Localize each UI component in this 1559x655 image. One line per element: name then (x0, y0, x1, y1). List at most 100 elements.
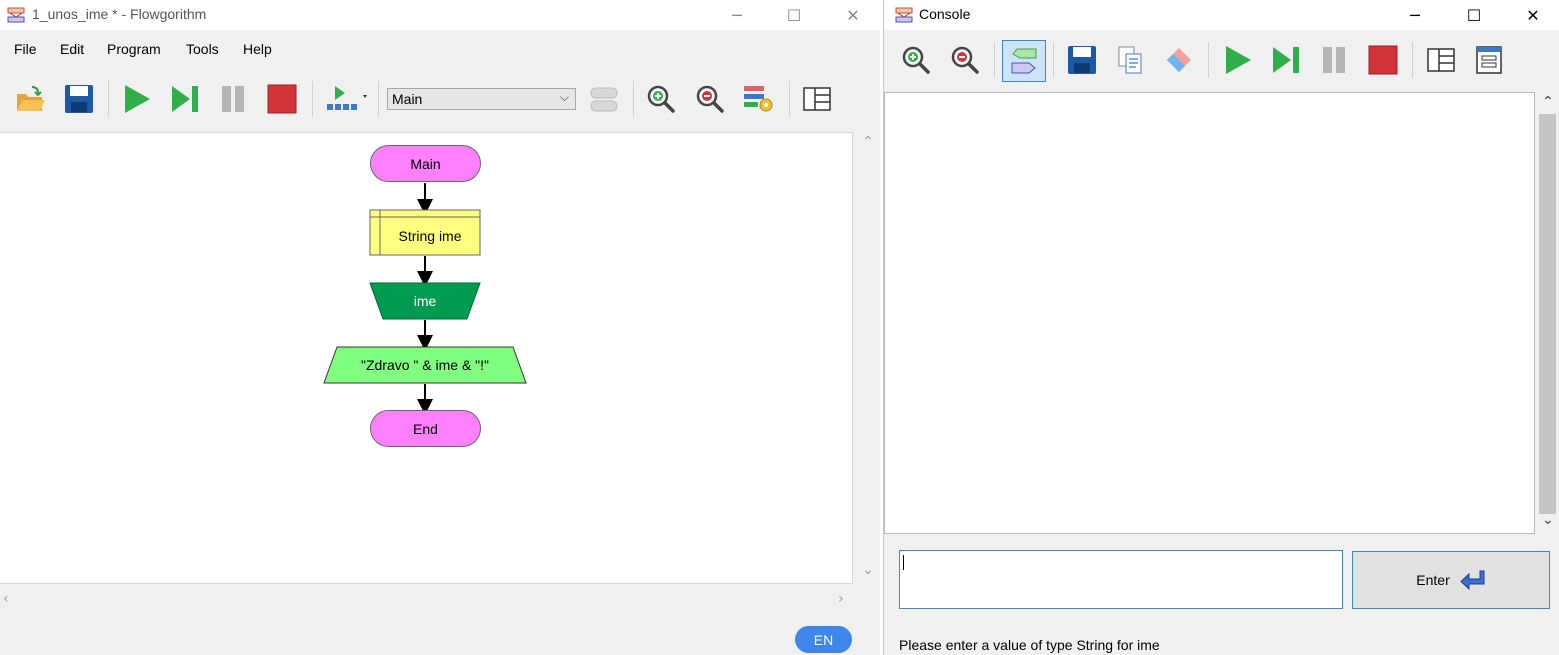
chat-view-button[interactable] (1002, 40, 1046, 82)
pause-icon (222, 86, 244, 112)
flowchart-canvas[interactable]: Main String ime ime "Zdravo " & ime & "!… (0, 132, 853, 584)
declare-block[interactable]: String ime (380, 217, 480, 255)
menu-edit[interactable]: Edit (60, 41, 84, 57)
copy-icon (1118, 46, 1142, 74)
maximize-icon: ☐ (1466, 5, 1482, 25)
text-caret (903, 555, 904, 570)
declare-label: String ime (398, 228, 462, 244)
main-toolbar: Main ⌵ (0, 68, 880, 128)
console-output[interactable] (884, 92, 1535, 534)
toolbar-separator (633, 81, 634, 117)
console-maximize-button[interactable]: ☐ (1451, 0, 1497, 30)
enter-arrow-icon (1460, 570, 1485, 591)
input-block[interactable]: ime (370, 283, 480, 319)
copy-button[interactable] (1112, 42, 1148, 78)
stop-button[interactable] (264, 81, 300, 117)
zoom-out-icon (696, 85, 724, 113)
console-minimize-button[interactable]: ─ (1392, 0, 1438, 30)
minimize-icon: ─ (1410, 5, 1420, 25)
zoom-in-button[interactable] (643, 81, 679, 117)
toolbar-separator (312, 81, 313, 117)
chevron-down-icon[interactable]: ⌄ (862, 562, 874, 578)
close-button[interactable]: ✕ (830, 0, 876, 30)
panels-button[interactable] (799, 81, 835, 117)
toolbar-separator (789, 81, 790, 117)
menu-program[interactable]: Program (107, 41, 161, 57)
enter-label: Enter (1416, 572, 1450, 588)
chevron-right-icon[interactable]: › (838, 591, 844, 607)
erase-button[interactable] (1161, 42, 1197, 78)
save-icon (65, 85, 93, 113)
input-label: ime (413, 293, 437, 309)
start-terminal[interactable]: Main (370, 145, 481, 182)
minimize-button[interactable]: ─ (714, 0, 760, 30)
function-select[interactable]: Main ⌵ (387, 88, 576, 110)
console-step-button[interactable] (1268, 42, 1304, 78)
variables-icon (744, 86, 773, 112)
console-zoom-out-button[interactable] (947, 42, 983, 78)
toolbar-separator (1412, 42, 1413, 78)
close-icon: ✕ (846, 5, 860, 25)
zoom-out-button[interactable] (692, 81, 728, 117)
console-title: Console (919, 6, 971, 22)
side-by-side-button[interactable] (1423, 42, 1459, 78)
chevron-up-icon[interactable]: ⌃ (1542, 94, 1554, 110)
stop-icon (267, 84, 297, 114)
zoom-out-icon (951, 46, 979, 74)
chevron-down-icon[interactable]: ⌄ (1542, 512, 1554, 528)
step-icon (172, 86, 198, 112)
language-badge[interactable]: EN (795, 626, 852, 653)
canvas-horizontal-scrollbar[interactable]: ‹ › (0, 586, 853, 614)
console-run-button[interactable] (1219, 42, 1255, 78)
pause-button[interactable] (215, 81, 251, 117)
console-stop-button[interactable] (1365, 42, 1401, 78)
layout-toggle-button[interactable] (586, 81, 622, 117)
enter-button[interactable]: Enter (1352, 551, 1550, 609)
variables-button[interactable] (740, 81, 776, 117)
flowgorithm-app-icon (895, 7, 913, 23)
close-icon: ✕ (1526, 5, 1540, 25)
open-folder-icon (17, 86, 45, 111)
toolbar-separator (108, 81, 109, 117)
console-scrollbar[interactable]: ⌃ ⌄ (1535, 92, 1559, 534)
output-label: "Zdravo " & ime & "!" (360, 357, 490, 373)
pause-icon (1323, 47, 1345, 73)
output-block[interactable]: "Zdravo " & ime & "!" (324, 347, 526, 383)
menu-help[interactable]: Help (243, 41, 272, 57)
canvas-vertical-scrollbar[interactable]: ⌃ ⌄ (855, 132, 880, 584)
end-terminal[interactable]: End (370, 410, 481, 447)
console-save-button[interactable] (1064, 42, 1100, 78)
chevron-left-icon[interactable]: ‹ (3, 591, 9, 607)
chevron-down-icon: ⌵ (559, 90, 569, 104)
save-icon (1068, 46, 1096, 74)
save-button[interactable] (61, 81, 97, 117)
scroll-thumb[interactable] (1539, 114, 1556, 514)
console-title-bar[interactable]: Console ─ ☐ ✕ (884, 0, 1559, 30)
menu-tools[interactable]: Tools (186, 41, 219, 57)
flowgorithm-app-icon (7, 7, 25, 23)
window-title: 1_unos_ime * - Flowgorithm (32, 6, 207, 22)
maximize-button[interactable]: ☐ (771, 0, 817, 30)
zoom-in-icon (647, 85, 675, 113)
layout-toggle-icon (590, 87, 618, 112)
run-button[interactable] (118, 81, 154, 117)
console-pause-button[interactable] (1316, 42, 1352, 78)
step-button[interactable] (167, 81, 203, 117)
console-window: Console ─ ☐ ✕ ⌃ ⌄ Enter Please enter a v… (883, 0, 1559, 655)
stacked-button[interactable] (1471, 42, 1507, 78)
title-bar[interactable]: 1_unos_ime * - Flowgorithm ─ ☐ ✕ (0, 0, 880, 30)
menu-file[interactable]: File (14, 41, 37, 57)
menu-bar: File Edit Program Tools Help (0, 30, 880, 68)
console-input-field[interactable] (899, 550, 1343, 609)
open-button[interactable] (12, 81, 48, 117)
run-options-button[interactable] (322, 81, 370, 117)
toolbar-separator (378, 81, 379, 117)
maximize-icon: ☐ (786, 5, 802, 25)
console-close-button[interactable]: ✕ (1510, 0, 1556, 30)
run-options-icon (327, 86, 367, 110)
chevron-up-icon[interactable]: ⌃ (862, 134, 874, 150)
side-by-side-icon (1427, 48, 1455, 72)
stacked-icon (1476, 46, 1502, 74)
toolbar-separator (1053, 42, 1054, 78)
console-zoom-in-button[interactable] (898, 42, 934, 78)
